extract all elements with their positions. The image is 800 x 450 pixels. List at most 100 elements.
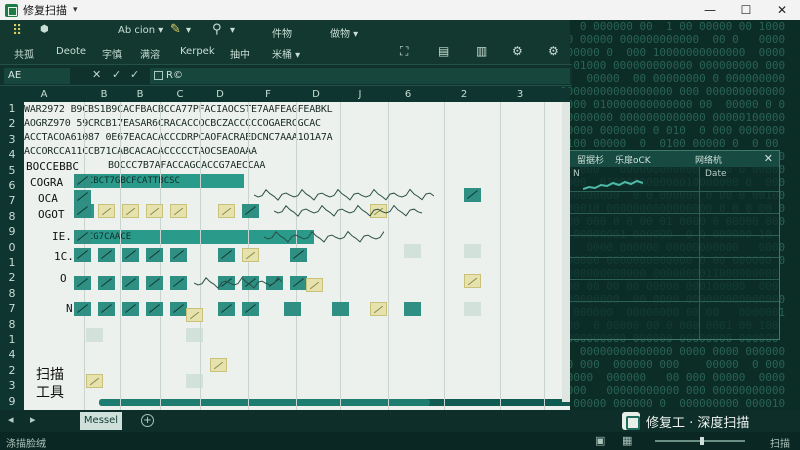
- row-header[interactable]: 9: [0, 395, 24, 408]
- scan-marker-cell: [170, 248, 187, 262]
- scan-marker-cell: [74, 276, 91, 290]
- scan-marker-cell: [218, 248, 235, 262]
- settings-icon[interactable]: ⚙: [512, 44, 523, 58]
- panel-close-icon[interactable]: ✕: [764, 152, 773, 165]
- name-box[interactable]: AE: [4, 68, 70, 84]
- scan-marker-cell: [74, 230, 91, 244]
- insert-function-icon[interactable]: ✓: [130, 68, 139, 81]
- column-header[interactable]: F: [248, 88, 288, 102]
- table-icon[interactable]: ▤: [438, 44, 449, 58]
- ribbon-tab-font[interactable]: 字慎: [102, 46, 122, 61]
- row-header[interactable]: 7: [0, 194, 24, 207]
- grid-icon[interactable]: ⠿: [12, 23, 22, 39]
- search-dropdown[interactable]: ▾: [230, 25, 235, 36]
- next-sheet-icon[interactable]: ▸: [30, 413, 36, 426]
- row-header[interactable]: 1: [0, 333, 24, 346]
- column-header[interactable]: A: [24, 88, 64, 102]
- function-box-icon: [154, 71, 163, 80]
- column-header[interactable]: C: [160, 88, 200, 102]
- window-title: 修复扫描: [23, 4, 67, 17]
- chart-icon[interactable]: ⛶: [400, 44, 408, 59]
- ribbon-tab-extract[interactable]: 抽中: [230, 46, 250, 61]
- row-header[interactable]: 8: [0, 287, 24, 300]
- more-icon[interactable]: ⚙: [548, 44, 559, 58]
- status-text: 涤描脸绒: [6, 439, 46, 450]
- row-header[interactable]: 5: [0, 164, 24, 177]
- pen-dropdown[interactable]: ▾: [186, 25, 191, 36]
- panel-tab-2[interactable]: 乐扉oCK: [615, 153, 651, 166]
- scan-marker-cell: [290, 276, 307, 290]
- cancel-icon[interactable]: ✕: [92, 68, 101, 81]
- row-header[interactable]: 7: [0, 302, 24, 315]
- row-header[interactable]: 0: [0, 241, 24, 254]
- ribbon-tab-delete[interactable]: Deote: [56, 46, 86, 57]
- item-label[interactable]: 件物: [272, 25, 292, 40]
- column-header[interactable]: 6: [388, 88, 428, 102]
- maximize-button[interactable]: ☐: [728, 0, 764, 20]
- page-view-icon[interactable]: ▦: [622, 434, 632, 447]
- panel-grid-line: [569, 213, 779, 214]
- formula-input[interactable]: R©: [150, 68, 570, 84]
- row-header[interactable]: 8: [0, 210, 24, 223]
- row-label: 1C.: [54, 250, 74, 263]
- cursor-icon[interactable]: ⬢: [40, 24, 49, 35]
- normal-view-icon[interactable]: ▣: [595, 434, 605, 447]
- panel-grid-line: [699, 167, 700, 339]
- add-sheet-button[interactable]: +: [141, 414, 154, 427]
- panel-header: 留据杉 乐扉oCK 网络杭 ✕: [569, 151, 779, 167]
- signal-waveform: [254, 188, 434, 201]
- row-header[interactable]: 2: [0, 271, 24, 284]
- row-header[interactable]: 2: [0, 364, 24, 377]
- column-header[interactable]: B: [120, 88, 160, 102]
- panel-cell-n: N: [573, 169, 580, 179]
- title-dropdown-icon[interactable]: ▾: [73, 5, 78, 15]
- panel-tab-1[interactable]: 留据杉: [577, 153, 604, 166]
- row-header[interactable]: 9: [0, 225, 24, 238]
- grid-line: [388, 102, 389, 410]
- scan-marker-cell: [242, 204, 259, 218]
- row-label: O: [60, 272, 67, 285]
- column-header[interactable]: D: [296, 88, 336, 102]
- scan-marker-cell: [74, 248, 91, 262]
- sheet-tab-active[interactable]: Messel: [80, 412, 122, 430]
- data-menu[interactable]: 做物 ▾: [330, 25, 358, 40]
- row-header[interactable]: 3: [0, 379, 24, 392]
- search-icon[interactable]: ⚲: [212, 22, 222, 37]
- column-header[interactable]: D: [200, 88, 240, 102]
- row-header[interactable]: 2: [0, 117, 24, 130]
- row-header[interactable]: 1: [0, 102, 24, 115]
- pen-icon[interactable]: ✎: [170, 22, 181, 37]
- prev-sheet-icon[interactable]: ◂: [8, 413, 14, 426]
- column-header[interactable]: 3: [500, 88, 540, 102]
- column-header[interactable]: 2: [444, 88, 484, 102]
- font-selector[interactable]: Ab cion ▾: [118, 25, 163, 36]
- scan-marker-cell: [122, 302, 139, 316]
- ribbon-tab-fill[interactable]: 满溶: [140, 46, 160, 61]
- row-label: OCA: [38, 192, 58, 205]
- minimize-button[interactable]: —: [692, 0, 728, 20]
- ribbon-tab-share[interactable]: 共孤: [14, 46, 34, 61]
- row-header[interactable]: 1: [0, 256, 24, 269]
- row-label: N: [66, 302, 73, 315]
- row-header[interactable]: 4: [0, 148, 24, 161]
- zoom-slider-knob[interactable]: [700, 437, 704, 445]
- column-header[interactable]: B: [84, 88, 124, 102]
- scan-highlight[interactable]: AGCBCT7GBCFCATTBCSC: [74, 174, 244, 188]
- ribbon-tab-kerpek[interactable]: Kerpek: [180, 46, 215, 57]
- row-header[interactable]: 6: [0, 179, 24, 192]
- row-header[interactable]: 8: [0, 318, 24, 331]
- column-header[interactable]: J: [340, 88, 380, 102]
- cell-area[interactable]: WAR2972 B9CBS1B9CACFBACBCCA77PFACIAOCSTE…: [24, 102, 570, 410]
- ribbon-tab-bucket[interactable]: 米桶 ▾: [272, 46, 300, 61]
- close-button[interactable]: ✕: [764, 0, 800, 20]
- vertical-scrollbar[interactable]: [562, 102, 570, 402]
- data-text-line: AOGRZ970 59CRCB17EASAR6CRACACCOCBCZACCCC…: [24, 118, 321, 129]
- confirm-icon[interactable]: ✓: [112, 68, 121, 81]
- row-header[interactable]: 4: [0, 348, 24, 361]
- scan-marker-cell: [86, 374, 103, 388]
- row-header[interactable]: 3: [0, 133, 24, 146]
- grid-line: [340, 102, 341, 410]
- panel-tab-3[interactable]: 网络杭: [695, 153, 722, 166]
- scan-marker-cell: [370, 302, 387, 316]
- chart-icon-2[interactable]: ▥: [476, 44, 487, 58]
